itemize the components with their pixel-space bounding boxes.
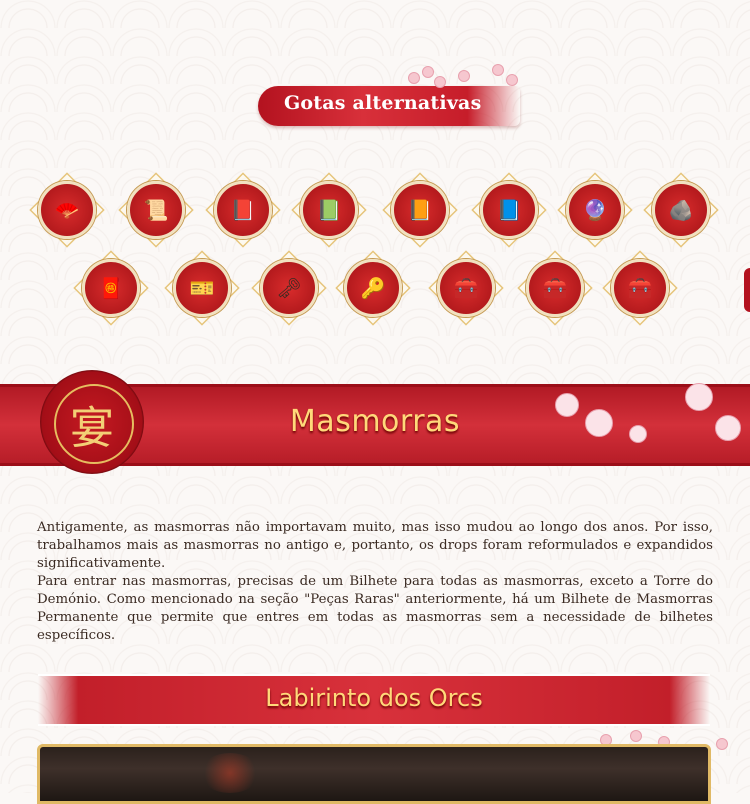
- drop-item[interactable]: 📗: [291, 172, 367, 248]
- drop-item[interactable]: 🧰: [517, 250, 593, 326]
- drop-item[interactable]: 📘: [471, 172, 547, 248]
- fan-icon: 🪭: [54, 198, 80, 222]
- drop-item[interactable]: 🪨: [643, 172, 719, 248]
- gold-key-icon: 🔑: [360, 276, 386, 300]
- drop-item[interactable]: 🧰: [602, 250, 678, 326]
- next-arrow-tab[interactable]: [744, 268, 750, 312]
- drop-item[interactable]: 🎫: [164, 250, 240, 326]
- drop-item[interactable]: 📕: [205, 172, 281, 248]
- drop-item[interactable]: 📙: [382, 172, 458, 248]
- ticket-paragraph: Para entrar nas masmorras, precisas de u…: [37, 574, 713, 643]
- cherry-blossom-icon: [408, 64, 518, 96]
- seal-character: 宴: [70, 403, 114, 454]
- ore-stones-icon: 🪨: [668, 198, 694, 222]
- book-icon: 📕: [230, 198, 256, 222]
- silver-chest-icon: 🧰: [627, 276, 653, 300]
- green-book-icon: 📗: [316, 198, 342, 222]
- scroll-bundle-icon: 📜: [143, 198, 169, 222]
- book-icon: 📙: [407, 198, 433, 222]
- drop-item[interactable]: 🧧: [73, 250, 149, 326]
- seal-emblem-icon: 宴: [40, 370, 144, 474]
- drop-item[interactable]: 🔮: [557, 172, 633, 248]
- drops-header: Gotas alternativas: [258, 64, 520, 128]
- golden-chest-icon: 🧰: [542, 276, 568, 300]
- purple-orb-icon: 🔮: [582, 198, 608, 222]
- red-scroll-icon: 🧧: [98, 276, 124, 300]
- ticket-pouch-icon: 🎫: [189, 276, 215, 300]
- drop-item[interactable]: 📜: [118, 172, 194, 248]
- green-book-icon: 📘: [496, 198, 522, 222]
- torch-glow: [200, 753, 260, 793]
- intro-paragraph: Antigamente, as masmorras não importavam…: [37, 520, 713, 571]
- orc-labyrinth-screenshot: [37, 744, 711, 804]
- drop-item[interactable]: 🗝: [251, 250, 327, 326]
- cherry-blossom-icon: [545, 375, 750, 455]
- subsection-title: Labirinto dos Orcs: [265, 684, 483, 712]
- drop-item[interactable]: 🪭: [29, 172, 105, 248]
- chest-icon: 🧰: [453, 276, 479, 300]
- drop-item[interactable]: 🧰: [428, 250, 504, 326]
- drop-item[interactable]: 🔑: [335, 250, 411, 326]
- silver-key-icon: 🗝: [276, 276, 302, 300]
